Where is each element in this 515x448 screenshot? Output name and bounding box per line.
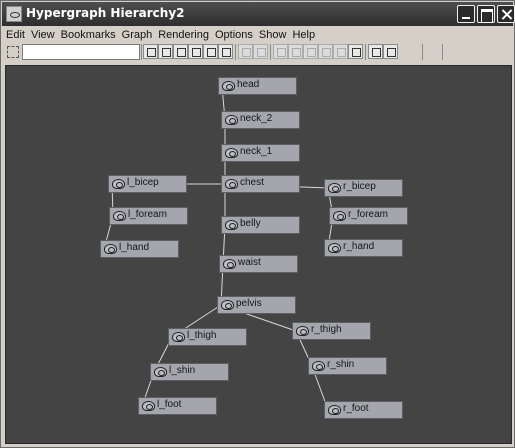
node-label: l_bicep [127, 177, 159, 188]
toolbar-separator [365, 44, 366, 60]
graph-canvas[interactable]: head neck_2 neck_1chest l_bicep r_bicep l_for… [5, 65, 512, 444]
joint-icon [225, 115, 238, 125]
node-label: r_foot [343, 403, 369, 414]
menu-options[interactable]: Options [215, 29, 253, 41]
joint-icon [312, 361, 325, 371]
node-label: r_shin [327, 359, 355, 370]
joint-icon [113, 211, 126, 221]
node-l-hand[interactable]: l_hand [100, 240, 179, 258]
toolbar-grip-icon[interactable] [5, 44, 19, 60]
input-output-icon[interactable] [238, 44, 253, 59]
frame-selection-icon[interactable] [158, 44, 173, 59]
toolbar-separator [422, 44, 423, 60]
menu-view[interactable]: View [31, 29, 55, 41]
node-label: r_bicep [343, 181, 376, 192]
toolbar-separator [270, 44, 271, 60]
node-head[interactable]: head [218, 77, 297, 95]
joint-icon [223, 259, 236, 269]
node-r-foream[interactable]: r_foream [329, 207, 408, 225]
joint-icon [328, 405, 341, 415]
bookmark-icon[interactable] [348, 44, 363, 59]
search-input[interactable] [22, 44, 140, 60]
menu-edit[interactable]: Edit [6, 29, 25, 41]
title-bar[interactable]: Hypergraph Hierarchy2 [2, 2, 515, 26]
node-label: neck_2 [240, 113, 273, 124]
joint-icon [328, 243, 341, 253]
close-button[interactable] [497, 5, 515, 23]
node-l-shin[interactable]: l_shin [150, 363, 229, 381]
next-view-icon[interactable] [218, 44, 233, 59]
show-connections-icon[interactable] [288, 44, 303, 59]
menu-bar: Edit View Bookmarks Graph Rendering Options Sh… [2, 27, 513, 43]
minimize-button[interactable] [457, 5, 475, 23]
joint-icon [225, 220, 238, 230]
node-label: waist [238, 257, 261, 268]
toolbar-separator [442, 44, 443, 60]
node-label: l_shin [169, 365, 196, 376]
frame-hierarchy-icon[interactable] [173, 44, 188, 59]
clear-view-icon[interactable] [383, 44, 398, 59]
joint-icon [328, 183, 341, 193]
menu-rendering[interactable]: Rendering [158, 29, 209, 41]
toolbar-separator [141, 44, 142, 60]
window-app-icon [6, 6, 22, 22]
node-label: l_thigh [187, 330, 217, 341]
joint-icon [172, 332, 185, 342]
node-waist[interactable]: waist [219, 255, 298, 273]
node-r-thigh[interactable]: r_thigh [292, 322, 371, 340]
node-label: l_hand [119, 242, 150, 253]
node-pelvis[interactable]: pelvis [217, 296, 296, 314]
menu-help[interactable]: Help [292, 29, 315, 41]
frame-branch-icon[interactable] [188, 44, 203, 59]
toolbar [2, 43, 513, 63]
joint-icon [112, 179, 125, 189]
scene-hierarchy-icon[interactable] [253, 44, 268, 59]
node-l-foream[interactable]: l_foream [109, 207, 188, 225]
node-r-bicep[interactable]: r_bicep [324, 179, 403, 197]
graph-layout-icon[interactable] [333, 44, 348, 59]
window-title: Hypergraph Hierarchy2 [26, 6, 185, 20]
joint-icon [225, 179, 238, 189]
node-label: l_foream [128, 209, 167, 220]
menu-show[interactable]: Show [259, 29, 287, 41]
previous-view-icon[interactable] [203, 44, 218, 59]
toolbar-separator [235, 44, 236, 60]
hypergraph-window: Hypergraph Hierarchy2 Edit View Bookmarks G… [0, 0, 515, 448]
joint-icon [333, 211, 346, 221]
node-l-foot[interactable]: l_foot [138, 397, 217, 415]
node-l-bicep[interactable]: l_bicep [108, 175, 187, 193]
node-label: neck_1 [240, 146, 273, 157]
menu-graph[interactable]: Graph [122, 29, 153, 41]
render-swatch-icon[interactable] [318, 44, 333, 59]
frame-all-icon[interactable] [143, 44, 158, 59]
node-label: r_hand [343, 241, 375, 252]
node-label: r_thigh [311, 324, 342, 335]
node-label: l_foot [157, 399, 182, 410]
toggle-swatches-icon[interactable] [303, 44, 318, 59]
maximize-button[interactable] [477, 5, 495, 23]
menu-bookmarks[interactable]: Bookmarks [61, 29, 116, 41]
node-label: r_foream [348, 209, 389, 220]
node-r-hand[interactable]: r_hand [324, 239, 403, 257]
add-bookmark-icon[interactable] [368, 44, 383, 59]
show-dependencies-icon[interactable] [273, 44, 288, 59]
joint-icon [222, 81, 235, 91]
node-label: belly [240, 218, 261, 229]
node-r-shin[interactable]: r_shin [308, 357, 387, 375]
joint-icon [296, 326, 309, 336]
node-label: pelvis [236, 298, 262, 309]
node-r-foot[interactable]: r_foot [324, 401, 403, 419]
node-neck-2[interactable]: neck_2 [221, 111, 300, 129]
joint-icon [142, 401, 155, 411]
node-label: chest [240, 177, 264, 188]
node-belly[interactable]: belly [221, 216, 300, 234]
joint-icon [225, 148, 238, 158]
node-l-thigh[interactable]: l_thigh [168, 328, 247, 346]
joint-icon [104, 244, 117, 254]
node-chest[interactable]: chest [221, 175, 300, 193]
joint-icon [221, 300, 234, 310]
joint-icon [154, 367, 167, 377]
node-neck-1[interactable]: neck_1 [221, 144, 300, 162]
node-label: head [237, 79, 260, 90]
